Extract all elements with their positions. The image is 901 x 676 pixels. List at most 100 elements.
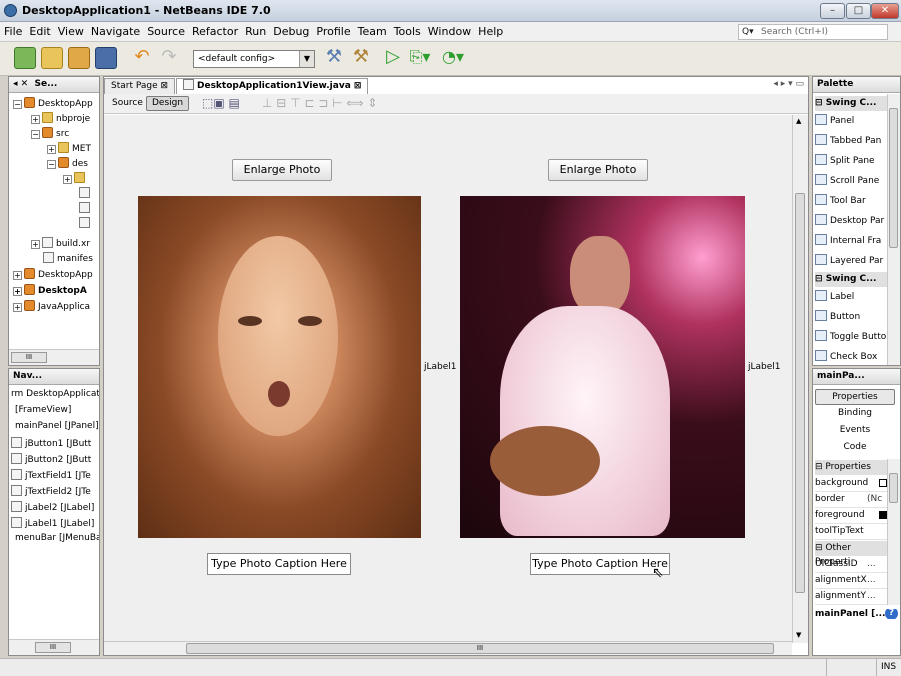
- menu-navigate[interactable]: Navigate: [87, 22, 143, 38]
- palette-item-split-pane[interactable]: Split Pane: [815, 154, 889, 166]
- editor-vscrollbar[interactable]: ▲ ▼: [792, 115, 808, 643]
- palette-category-swing-containers[interactable]: ⊟ Swing C...: [815, 96, 889, 111]
- debug-icon[interactable]: ⎘▾: [409, 47, 431, 69]
- list-item[interactable]: jTextField2 [JTe: [11, 485, 99, 497]
- tab-properties[interactable]: Properties: [815, 389, 895, 405]
- projects-hscrollbar[interactable]: III: [9, 349, 99, 365]
- design-button[interactable]: Design: [146, 96, 190, 111]
- tree-item[interactable]: [79, 187, 99, 199]
- close-button[interactable]: ✕: [871, 3, 899, 19]
- menu-profile[interactable]: Profile: [312, 22, 353, 38]
- collapse-icon[interactable]: −: [31, 130, 40, 139]
- profile-icon[interactable]: ◔▾: [442, 47, 464, 69]
- palette-item-toggle-button[interactable]: Toggle Butto: [815, 330, 889, 342]
- list-item[interactable]: menuBar [JMenuBa: [15, 533, 99, 543]
- list-item[interactable]: rm DesktopApplicatio: [11, 389, 99, 399]
- palette-item-check-box[interactable]: Check Box: [815, 350, 889, 362]
- help-icon[interactable]: ?: [885, 609, 898, 619]
- tree-item[interactable]: manifes: [43, 252, 99, 264]
- menu-help[interactable]: Help: [474, 22, 506, 38]
- enlarge-photo-button-2[interactable]: Enlarge Photo: [548, 159, 648, 181]
- expand-icon[interactable]: +: [13, 271, 22, 280]
- list-item[interactable]: jButton1 [JButt: [11, 437, 99, 449]
- palette-item-label[interactable]: Label: [815, 290, 889, 302]
- color-swatch-white[interactable]: [879, 479, 887, 487]
- property-row[interactable]: alignmentY...: [815, 589, 887, 605]
- palette-title[interactable]: Palette: [817, 79, 853, 89]
- list-item[interactable]: jLabel2 [JLabel]: [11, 501, 99, 513]
- expand-icon[interactable]: +: [47, 145, 56, 154]
- tree-item[interactable]: + MET: [47, 142, 99, 154]
- list-item[interactable]: [FrameView]: [15, 405, 99, 415]
- projects-panel-title[interactable]: Se...: [34, 79, 57, 89]
- expand-icon[interactable]: +: [31, 115, 40, 124]
- tree-item[interactable]: [79, 202, 99, 214]
- menu-source[interactable]: Source: [143, 22, 188, 38]
- new-file-icon[interactable]: [14, 47, 36, 69]
- properties-section[interactable]: ⊟ Properties: [815, 460, 889, 475]
- palette-item-tabbed-pane[interactable]: Tabbed Pan: [815, 134, 889, 146]
- tab-events[interactable]: Events: [815, 423, 895, 439]
- tree-item[interactable]: − DesktopApp: [13, 97, 99, 109]
- minimize-button[interactable]: –: [820, 3, 845, 19]
- menu-file[interactable]: File: [0, 22, 25, 38]
- properties-vscrollbar[interactable]: [887, 459, 900, 605]
- property-row[interactable]: alignmentX...: [815, 573, 887, 589]
- palette-item-panel[interactable]: Panel: [815, 114, 889, 126]
- menu-refactor[interactable]: Refactor: [188, 22, 241, 38]
- scroll-thumb[interactable]: [795, 193, 805, 593]
- navigator-panel-title[interactable]: Nav...: [13, 371, 42, 381]
- enlarge-photo-button-1[interactable]: Enlarge Photo: [232, 159, 332, 181]
- tab-binding[interactable]: Binding: [815, 406, 895, 422]
- color-swatch-black[interactable]: [879, 511, 887, 519]
- scroll-thumb[interactable]: [889, 473, 898, 503]
- menu-window[interactable]: Window: [424, 22, 474, 38]
- source-button[interactable]: Source: [106, 96, 149, 111]
- tree-item[interactable]: + DesktopA: [13, 284, 99, 296]
- tab-code[interactable]: Code: [815, 440, 895, 456]
- search-input[interactable]: Q▾ Search (Ctrl+I): [738, 24, 888, 40]
- scroll-thumb[interactable]: III: [186, 643, 774, 654]
- undo-icon[interactable]: ↶: [131, 47, 153, 69]
- list-item[interactable]: jTextField1 [JTe: [11, 469, 99, 481]
- collapse-icon[interactable]: −: [47, 160, 56, 169]
- tab-start-page[interactable]: Start Page ⊠: [104, 78, 176, 94]
- list-item[interactable]: mainPanel [JPanel]: [15, 421, 99, 431]
- tree-item[interactable]: + DesktopApp: [13, 268, 99, 280]
- tree-item[interactable]: + JavaApplica: [13, 300, 99, 312]
- new-project-icon[interactable]: [41, 47, 63, 69]
- tree-item[interactable]: +: [63, 172, 99, 184]
- tree-item[interactable]: + build.xr: [31, 237, 99, 249]
- other-properties-section[interactable]: ⊟ Other Properti: [815, 541, 889, 567]
- scroll-down-icon[interactable]: ▼: [796, 631, 801, 639]
- tree-item[interactable]: − des: [47, 157, 99, 169]
- panel-controls-icon[interactable]: ◂ ✕: [13, 79, 28, 89]
- menu-tools[interactable]: Tools: [390, 22, 424, 38]
- palette-vscrollbar[interactable]: [887, 94, 900, 365]
- expand-icon[interactable]: +: [13, 303, 22, 312]
- expand-icon[interactable]: +: [31, 240, 40, 249]
- navigator-hscrollbar[interactable]: III: [9, 639, 99, 655]
- menu-view[interactable]: View: [54, 22, 87, 38]
- property-row[interactable]: toolTipText: [815, 524, 887, 540]
- align-tools-icon[interactable]: ⊥ ⊟ ⊤ ⊏ ⊐ ⊢ ⟺ ⇕: [262, 96, 377, 110]
- tree-item[interactable]: [79, 217, 99, 229]
- run-icon[interactable]: ▷: [382, 47, 404, 69]
- expand-icon[interactable]: +: [13, 287, 22, 296]
- properties-title[interactable]: mainPa...: [817, 371, 865, 381]
- list-item[interactable]: jLabel1 [JLabel]: [11, 517, 99, 529]
- selection-mode-icon[interactable]: ⬚▣ ▤: [202, 96, 240, 110]
- palette-item-button[interactable]: Button: [815, 310, 889, 322]
- config-select[interactable]: <default config> ▼: [193, 50, 315, 68]
- tab-desktopapplication1view[interactable]: DesktopApplication1View.java ⊠: [176, 78, 369, 94]
- caption-field-2[interactable]: Type Photo Caption Here: [530, 553, 670, 575]
- scroll-thumb[interactable]: III: [35, 642, 71, 653]
- editor-hscrollbar[interactable]: III: [104, 641, 792, 655]
- save-all-icon[interactable]: [95, 47, 117, 69]
- maximize-button[interactable]: □: [846, 3, 871, 19]
- tree-item[interactable]: − src: [31, 127, 99, 139]
- menu-team[interactable]: Team: [354, 22, 390, 38]
- tab-nav-controls-icon[interactable]: ◂ ▸ ▾ ▭: [773, 79, 804, 89]
- property-row[interactable]: foreground: [815, 508, 887, 524]
- palette-item-desktop-pane[interactable]: Desktop Par: [815, 214, 889, 226]
